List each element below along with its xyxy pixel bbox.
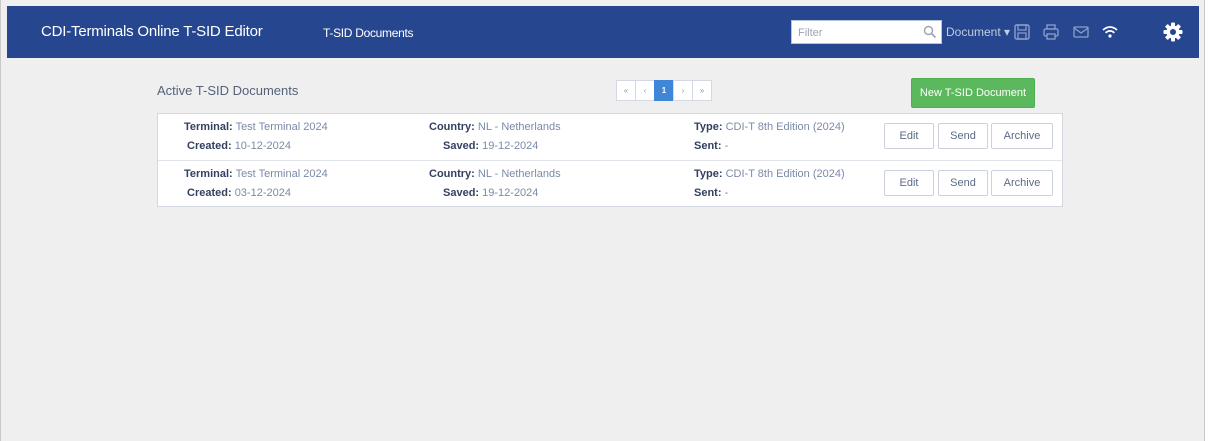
document-row: Terminal: Test Terminal 2024 Created: 10… bbox=[158, 114, 1062, 160]
edit-button[interactable]: Edit bbox=[884, 170, 934, 196]
country-field: Country: NL - Netherlands bbox=[429, 121, 561, 133]
search-icon[interactable] bbox=[923, 25, 937, 39]
created-label: Created: bbox=[187, 187, 232, 199]
page-current-button[interactable]: 1 bbox=[654, 80, 674, 101]
terminal-field: Terminal: Test Terminal 2024 bbox=[184, 121, 328, 133]
app-frame: CDI-Terminals Online T-SID Editor T-SID … bbox=[0, 0, 1205, 441]
saved-value: 19-12-2024 bbox=[482, 187, 539, 199]
top-navbar: CDI-Terminals Online T-SID Editor T-SID … bbox=[7, 6, 1199, 58]
terminal-field: Terminal: Test Terminal 2024 bbox=[184, 168, 328, 180]
country-value: NL - Netherlands bbox=[477, 121, 561, 133]
created-field: Created: 03-12-2024 bbox=[187, 187, 291, 199]
sent-value: - bbox=[724, 140, 729, 152]
created-value: 03-12-2024 bbox=[234, 187, 291, 199]
type-label: Type: bbox=[694, 168, 723, 180]
page-last-button[interactable]: » bbox=[692, 80, 712, 101]
terminal-value: Test Terminal 2024 bbox=[235, 121, 328, 133]
type-field: Type: CDI-T 8th Edition (2024) bbox=[694, 168, 845, 180]
new-document-button[interactable]: New T-SID Document bbox=[911, 78, 1035, 108]
saved-label: Saved: bbox=[443, 187, 480, 199]
terminal-label: Terminal: bbox=[184, 121, 233, 133]
sent-label: Sent: bbox=[694, 187, 722, 199]
document-row: Terminal: Test Terminal 2024 Created: 03… bbox=[158, 160, 1062, 207]
type-field: Type: CDI-T 8th Edition (2024) bbox=[694, 121, 845, 133]
saved-value: 19-12-2024 bbox=[482, 140, 539, 152]
created-value: 10-12-2024 bbox=[234, 140, 291, 152]
sent-field: Sent: - bbox=[694, 187, 728, 199]
terminal-label: Terminal: bbox=[184, 168, 233, 180]
created-label: Created: bbox=[187, 140, 232, 152]
app-title[interactable]: CDI-Terminals Online T-SID Editor bbox=[41, 23, 263, 40]
sent-label: Sent: bbox=[694, 140, 722, 152]
sent-field: Sent: - bbox=[694, 140, 728, 152]
gear-icon[interactable] bbox=[1162, 21, 1184, 43]
document-menu[interactable]: Document ▾ bbox=[946, 25, 1010, 39]
print-icon[interactable] bbox=[1042, 23, 1060, 41]
filter-field[interactable] bbox=[791, 20, 942, 44]
terminal-value: Test Terminal 2024 bbox=[235, 168, 328, 180]
sent-value: - bbox=[724, 187, 729, 199]
pagination: « ‹ 1 › » bbox=[616, 80, 712, 101]
saved-field: Saved: 19-12-2024 bbox=[443, 140, 538, 152]
created-field: Created: 10-12-2024 bbox=[187, 140, 291, 152]
type-label: Type: bbox=[694, 121, 723, 133]
wifi-icon[interactable] bbox=[1101, 23, 1119, 41]
archive-button[interactable]: Archive bbox=[991, 123, 1053, 149]
document-list: Terminal: Test Terminal 2024 Created: 10… bbox=[157, 113, 1063, 207]
country-field: Country: NL - Netherlands bbox=[429, 168, 561, 180]
country-label: Country: bbox=[429, 168, 475, 180]
nav-link-tsid-documents[interactable]: T-SID Documents bbox=[323, 26, 414, 40]
send-button[interactable]: Send bbox=[938, 170, 988, 196]
save-icon[interactable] bbox=[1013, 23, 1031, 41]
page-first-button[interactable]: « bbox=[616, 80, 636, 101]
send-button[interactable]: Send bbox=[938, 123, 988, 149]
email-icon[interactable] bbox=[1072, 23, 1090, 41]
country-label: Country: bbox=[429, 121, 475, 133]
edit-button[interactable]: Edit bbox=[884, 123, 934, 149]
filter-input[interactable] bbox=[796, 24, 916, 42]
archive-button[interactable]: Archive bbox=[991, 170, 1053, 196]
type-value: CDI-T 8th Edition (2024) bbox=[725, 168, 845, 180]
country-value: NL - Netherlands bbox=[477, 168, 561, 180]
page-title: Active T-SID Documents bbox=[157, 83, 299, 98]
saved-field: Saved: 19-12-2024 bbox=[443, 187, 538, 199]
page-next-button[interactable]: › bbox=[673, 80, 693, 101]
page-prev-button[interactable]: ‹ bbox=[635, 80, 655, 101]
type-value: CDI-T 8th Edition (2024) bbox=[725, 121, 845, 133]
saved-label: Saved: bbox=[443, 140, 480, 152]
